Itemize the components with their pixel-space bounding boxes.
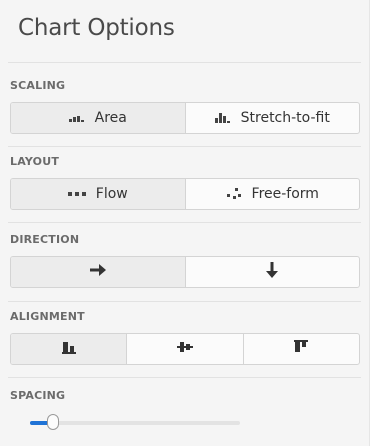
direction-horizontal-button[interactable] (11, 257, 185, 287)
scaling-segmented-control: Area Stretch-to-fit (10, 102, 360, 134)
align-bottom-icon (61, 340, 76, 358)
flow-layout-icon (67, 191, 86, 197)
panel-title: Chart Options (18, 15, 175, 41)
chart-options-panel: Chart Options SCALING Area Stretch-to-fi… (0, 0, 370, 446)
align-center-button[interactable] (126, 334, 242, 364)
arrow-right-icon (89, 264, 106, 280)
layout-free-form-button[interactable]: Free-form (184, 179, 360, 209)
direction-vertical-button[interactable] (184, 257, 360, 287)
layout-segmented-control: Flow Free-form (10, 178, 360, 210)
align-top-button[interactable] (242, 334, 359, 364)
layout-section-label: LAYOUT (10, 155, 60, 168)
scaling-stretch-to-fit-label: Stretch-to-fit (240, 110, 330, 126)
divider (8, 377, 361, 378)
layout-flow-label: Flow (95, 186, 128, 202)
divider (8, 301, 361, 302)
divider (8, 62, 361, 63)
area-scaling-icon (68, 113, 85, 123)
layout-flow-button[interactable]: Flow (11, 179, 185, 209)
alignment-segmented-control (10, 333, 360, 365)
direction-section-label: DIRECTION (10, 233, 80, 246)
spacing-slider-thumb[interactable] (47, 414, 60, 430)
scaling-area-label: Area (94, 110, 127, 126)
layout-free-form-label: Free-form (251, 186, 319, 202)
stretch-to-fit-icon (214, 112, 231, 124)
alignment-section-label: ALIGNMENT (10, 310, 85, 323)
spacing-slider[interactable] (30, 414, 240, 430)
free-form-layout-icon (226, 188, 242, 200)
direction-segmented-control (10, 256, 360, 288)
align-bottom-button[interactable] (11, 334, 127, 364)
divider (8, 222, 361, 223)
scaling-area-button[interactable]: Area (11, 103, 185, 133)
scaling-stretch-to-fit-button[interactable]: Stretch-to-fit (184, 103, 360, 133)
arrow-down-icon (266, 262, 279, 282)
divider (8, 146, 361, 147)
align-center-icon (176, 340, 193, 358)
spacing-section-label: SPACING (10, 389, 66, 402)
align-top-icon (294, 340, 309, 358)
scaling-section-label: SCALING (10, 79, 66, 92)
